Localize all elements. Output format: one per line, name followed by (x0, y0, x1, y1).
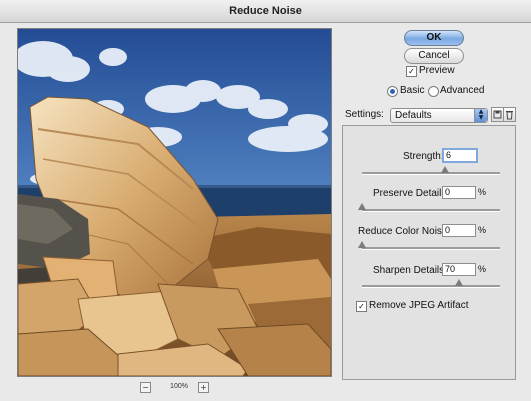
trash-icon[interactable] (503, 107, 516, 122)
sharpen-details-input[interactable]: 70 (442, 263, 476, 276)
dialog-title: Reduce Noise (0, 0, 531, 23)
reduce-color-noise-unit: % (478, 225, 487, 235)
remove-jpeg-artifact-label: Remove JPEG Artifact (369, 300, 469, 311)
strength-label: Strength: (403, 151, 444, 162)
ok-button[interactable]: OK (404, 30, 464, 46)
cancel-button[interactable]: Cancel (404, 48, 464, 64)
settings-dropdown[interactable]: Defaults ▲ ▼ (390, 108, 488, 123)
sharpen-details-label: Sharpen Details: (373, 265, 447, 276)
zoom-out-icon[interactable]: − (140, 382, 151, 393)
reduce-color-noise-label: Reduce Color Noise: (358, 226, 451, 237)
preserve-details-slider[interactable] (362, 209, 500, 212)
sharpen-details-unit: % (478, 264, 487, 274)
advanced-label: Advanced (440, 85, 485, 96)
remove-jpeg-artifact-checkbox[interactable]: ✓ (356, 301, 367, 312)
basic-radio[interactable] (387, 86, 398, 97)
strength-slider-thumb[interactable] (440, 166, 449, 173)
basic-label: Basic (400, 85, 425, 96)
preserve-details-unit: % (478, 187, 487, 197)
sharpen-details-slider[interactable] (362, 285, 500, 288)
strength-input[interactable]: 6 (442, 148, 478, 163)
preserve-details-input[interactable]: 0 (442, 186, 476, 199)
strength-slider[interactable] (362, 172, 500, 175)
reduce-color-noise-slider-thumb[interactable] (358, 241, 366, 248)
zoom-level: 100% (170, 383, 188, 390)
sharpen-details-slider-thumb[interactable] (454, 279, 463, 286)
settings-value: Defaults (395, 110, 432, 121)
preserve-details-label: Preserve Details: (373, 188, 450, 199)
settings-panel (342, 125, 516, 380)
reduce-color-noise-slider[interactable] (362, 247, 500, 250)
preview-label: Preview (419, 65, 455, 76)
zoom-in-icon[interactable]: + (198, 382, 209, 393)
preserve-details-slider-thumb[interactable] (358, 203, 366, 210)
preview-image[interactable] (17, 28, 332, 377)
advanced-radio[interactable] (428, 86, 439, 97)
chevron-updown-icon: ▲ ▼ (474, 109, 487, 122)
settings-label: Settings: (345, 109, 384, 120)
preview-checkbox[interactable]: ✓ (406, 66, 417, 77)
zoom-controls: − 100% + (140, 380, 215, 394)
preview-photo (18, 29, 331, 376)
reduce-color-noise-input[interactable]: 0 (442, 224, 476, 237)
